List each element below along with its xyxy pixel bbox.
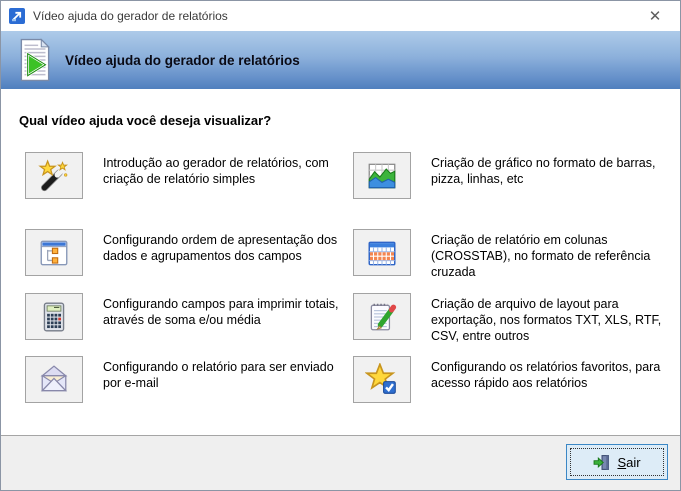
- app-icon: [9, 8, 25, 24]
- layout-notepad-icon[interactable]: [353, 293, 411, 340]
- area-chart-glyph: [368, 163, 396, 188]
- help-item-label: Criação de arquivo de layout para export…: [431, 297, 662, 343]
- video-document-icon: [20, 38, 50, 82]
- email-envelope-glyph: [40, 364, 68, 392]
- exit-button[interactable]: Sair: [566, 444, 668, 480]
- favorites-star-icon[interactable]: [353, 356, 411, 403]
- close-icon[interactable]: ✕: [640, 5, 670, 27]
- help-item-layout-export[interactable]: Criação de arquivo de layout para export…: [353, 293, 679, 344]
- help-item-label: Configurando ordem de apresentação dos d…: [103, 233, 338, 263]
- help-item-label: Introdução ao gerador de relatórios, com…: [103, 156, 329, 186]
- window-title: Vídeo ajuda do gerador de relatórios: [33, 9, 228, 23]
- help-item-totals[interactable]: Configurando campos para imprimir totais…: [25, 293, 351, 340]
- favorites-star-glyph: [365, 362, 396, 394]
- video-help-dialog: Vídeo ajuda do gerador de relatórios ✕ V…: [0, 0, 681, 491]
- help-item-label: Configurando o relatório para ser enviad…: [103, 360, 334, 390]
- title-bar: Vídeo ajuda do gerador de relatórios ✕: [1, 1, 680, 31]
- help-item-introduction[interactable]: Introdução ao gerador de relatórios, com…: [25, 152, 351, 199]
- exit-label: Sair: [617, 454, 641, 470]
- help-item-label: Criação de gráfico no formato de barras,…: [431, 156, 656, 186]
- email-envelope-icon[interactable]: [25, 356, 83, 403]
- calculator-glyph: [43, 301, 65, 332]
- layout-notepad-glyph: [370, 303, 397, 330]
- grouping-tree-icon[interactable]: [25, 229, 83, 276]
- help-item-label: Criação de relatório em colunas (CROSSTA…: [431, 233, 651, 279]
- crosstab-table-glyph: [368, 241, 396, 265]
- question-label: Qual vídeo ajuda você deseja visualizar?: [19, 113, 272, 128]
- wizard-wand-glyph: [38, 158, 68, 191]
- help-item-label: Configurando os relatórios favoritos, pa…: [431, 360, 661, 390]
- help-item-crosstab[interactable]: Criação de relatório em colunas (CROSSTA…: [353, 229, 679, 280]
- help-item-chart[interactable]: Criação de gráfico no formato de barras,…: [353, 152, 679, 199]
- crosstab-table-icon[interactable]: [353, 229, 411, 276]
- footer-bar: Sair: [1, 435, 680, 490]
- main-content: Qual vídeo ajuda você deseja visualizar?…: [1, 89, 680, 435]
- help-item-email[interactable]: Configurando o relatório para ser enviad…: [25, 356, 351, 403]
- help-item-favorites[interactable]: Configurando os relatórios favoritos, pa…: [353, 356, 679, 403]
- exit-door-icon: [594, 454, 610, 470]
- area-chart-icon[interactable]: [353, 152, 411, 199]
- grouping-tree-glyph: [40, 240, 68, 265]
- calculator-icon[interactable]: [25, 293, 83, 340]
- help-item-label: Configurando campos para imprimir totais…: [103, 297, 339, 327]
- page-title: Vídeo ajuda do gerador de relatórios: [65, 52, 300, 68]
- wizard-wand-icon[interactable]: [25, 152, 83, 199]
- help-item-grouping[interactable]: Configurando ordem de apresentação dos d…: [25, 229, 351, 276]
- dialog-header: Vídeo ajuda do gerador de relatórios: [1, 31, 680, 89]
